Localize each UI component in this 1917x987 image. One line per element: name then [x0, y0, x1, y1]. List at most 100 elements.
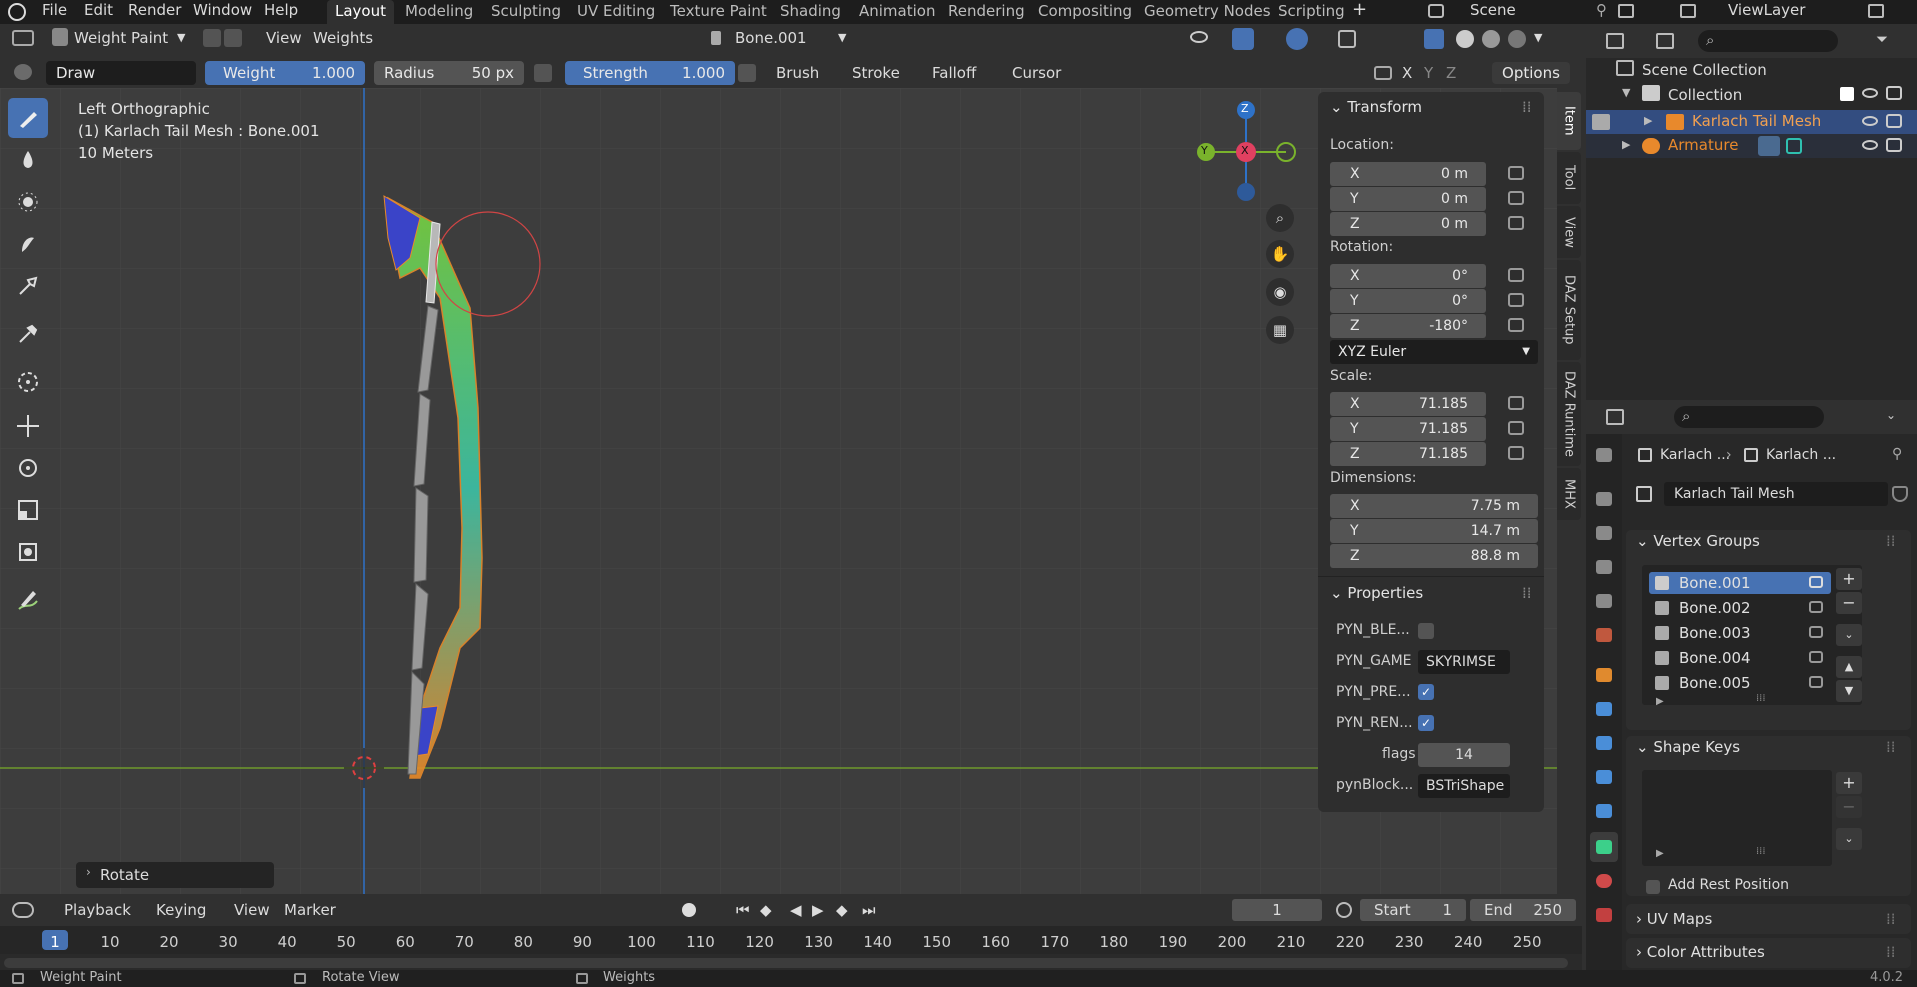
drag-handle-icon[interactable]: ⁞⁞ — [1886, 532, 1896, 550]
output-icon[interactable] — [1596, 526, 1612, 540]
brush-mask-icon[interactable] — [203, 29, 221, 47]
options-dropdown-icon[interactable]: ⌄ — [1886, 408, 1896, 422]
modifier-wrench-icon[interactable] — [1596, 702, 1612, 716]
weight-slider[interactable]: Weight 1.000 — [205, 61, 365, 85]
mesh-name-field[interactable]: Karlach Tail Mesh — [1664, 482, 1888, 506]
prop-checkbox-checked[interactable]: ✓ — [1418, 715, 1434, 731]
scale-y[interactable]: Y 71.185 — [1330, 417, 1486, 441]
menu-help[interactable]: Help — [264, 0, 298, 22]
shape-keys-list[interactable] — [1642, 770, 1832, 866]
lock-icon[interactable] — [1809, 601, 1823, 613]
pose-icon[interactable] — [1758, 136, 1780, 156]
record-icon[interactable] — [682, 903, 696, 917]
vertex-groups-header[interactable]: ⌄ Vertex Groups — [1636, 532, 1760, 550]
add-rest-position-checkbox[interactable] — [1646, 880, 1660, 894]
rotate-tool-icon[interactable] — [8, 448, 48, 488]
strength-slider[interactable]: Strength 1.000 — [565, 61, 735, 85]
color-attributes-header[interactable]: › Color Attributes — [1636, 943, 1765, 961]
editor-type-icon[interactable] — [1606, 409, 1624, 425]
outliner-row-armature[interactable]: ▶ Armature — [1586, 134, 1917, 158]
outliner-search-input[interactable]: ⌕ — [1698, 30, 1838, 52]
drag-handle-icon[interactable]: ⁞⁞ — [1522, 98, 1532, 116]
camera-icon[interactable] — [1886, 86, 1902, 100]
constraints-icon[interactable] — [1596, 804, 1612, 818]
average-tool-icon[interactable] — [8, 182, 48, 222]
marker-menu[interactable]: Marker — [284, 899, 336, 921]
rendered-shading-icon[interactable] — [1508, 30, 1526, 48]
rotation-mode-select[interactable]: XYZ Euler ▼ — [1330, 340, 1538, 364]
drag-handle-icon[interactable]: ⁞⁞ — [1522, 584, 1532, 602]
falloff-menu[interactable]: Falloff — [932, 62, 976, 84]
expand-chevron-icon[interactable]: ▶ — [1644, 114, 1652, 127]
sample-weight-icon[interactable] — [8, 314, 48, 354]
view-menu[interactable]: View — [234, 899, 270, 921]
brush-name-field[interactable]: Draw — [46, 61, 196, 85]
editor-type-icon[interactable] — [12, 30, 34, 46]
visibility-icon[interactable] — [1190, 31, 1208, 43]
scene-icon[interactable] — [1596, 594, 1612, 608]
scene-icon[interactable] — [1428, 4, 1444, 18]
outliner-row-karlach-tail-mesh[interactable]: ▶ Karlach Tail Mesh — [1586, 110, 1917, 134]
location-z[interactable]: Z0 m — [1330, 212, 1486, 236]
draw-tool-icon[interactable] — [8, 98, 48, 138]
list-item[interactable]: Bone.001 — [1649, 572, 1831, 594]
editor-type-icon[interactable] — [1606, 33, 1624, 49]
strength-pressure-icon[interactable] — [738, 64, 756, 82]
list-expand-icon[interactable]: ▶ — [1656, 848, 1664, 859]
shape-keys-header[interactable]: ⌄ Shape Keys — [1636, 738, 1740, 756]
camera-icon[interactable] — [1886, 138, 1902, 152]
lock-icon[interactable] — [1508, 396, 1524, 410]
tab-modeling[interactable]: Modeling — [397, 0, 481, 24]
expand-chevron-icon[interactable]: ▼ — [1622, 86, 1630, 99]
tab-shading[interactable]: Shading — [772, 0, 849, 24]
vertex-group-menu-icon[interactable]: ⌄ — [1836, 624, 1862, 646]
list-item[interactable]: Bone.004 — [1649, 647, 1831, 669]
uv-maps-header[interactable]: › UV Maps — [1636, 910, 1712, 928]
move-tool-icon[interactable] — [8, 406, 48, 446]
material-icon[interactable] — [1596, 874, 1612, 888]
eye-icon[interactable] — [1862, 88, 1878, 98]
radius-pressure-icon[interactable] — [534, 64, 552, 82]
tab-uv-editing[interactable]: UV Editing — [569, 0, 663, 24]
wireframe-shading-icon[interactable] — [1424, 29, 1444, 49]
tab-animation[interactable]: Animation — [851, 0, 943, 24]
xray-icon[interactable] — [1338, 30, 1356, 48]
stroke-menu[interactable]: Stroke — [852, 62, 900, 84]
gizmo-toggle-icon[interactable] — [1232, 28, 1254, 50]
transform-tool-icon[interactable] — [8, 532, 48, 572]
remove-vertex-group-button[interactable]: − — [1836, 592, 1862, 614]
pin-icon[interactable]: ⚲ — [1892, 446, 1902, 462]
scale-x[interactable]: X 71.185 — [1330, 392, 1486, 416]
lock-icon[interactable] — [1809, 626, 1823, 638]
play-reverse-icon[interactable]: ◀ — [790, 899, 802, 921]
lock-icon[interactable] — [1508, 446, 1524, 460]
ortho-grid-icon[interactable]: ▦ — [1266, 316, 1294, 344]
camera-view-icon[interactable]: ◉ — [1266, 278, 1294, 306]
play-icon[interactable]: ▶ — [812, 899, 824, 921]
scale-tool-icon[interactable] — [8, 490, 48, 530]
brush-preview-icon[interactable] — [14, 64, 32, 80]
particles-icon[interactable] — [1596, 736, 1612, 750]
weights-menu[interactable]: Weights — [313, 27, 373, 49]
shape-key-menu-icon[interactable]: ⌄ — [1836, 828, 1862, 850]
material-shading-icon[interactable] — [1482, 30, 1500, 48]
display-mode-icon[interactable] — [1656, 33, 1674, 49]
list-item[interactable]: Bone.005 — [1649, 672, 1831, 694]
properties-header[interactable]: ⌄ Properties — [1330, 584, 1423, 602]
list-item[interactable]: Bone.003 — [1649, 622, 1831, 644]
dimension-y[interactable]: Y 14.7 m — [1330, 519, 1538, 543]
end-frame-field[interactable]: End 250 — [1470, 899, 1576, 921]
tool-icon[interactable] — [1596, 448, 1612, 462]
tab-daz-runtime[interactable]: DAZ Runtime — [1557, 362, 1581, 466]
eye-icon[interactable] — [1862, 116, 1878, 126]
scale-z[interactable]: Z 71.185 — [1330, 442, 1486, 466]
fake-user-shield-icon[interactable] — [1892, 486, 1908, 502]
brush-menu[interactable]: Brush — [776, 62, 819, 84]
scene-collection[interactable]: Scene Collection — [1642, 61, 1767, 79]
options-button[interactable]: Options — [1492, 62, 1570, 84]
object-icon[interactable] — [1596, 668, 1612, 682]
eye-icon[interactable] — [1862, 140, 1878, 150]
cursor-tool-icon[interactable] — [8, 362, 48, 402]
rotation-z[interactable]: Z -180° — [1330, 314, 1486, 338]
filter-icon[interactable]: ⏷ — [1876, 30, 1888, 48]
